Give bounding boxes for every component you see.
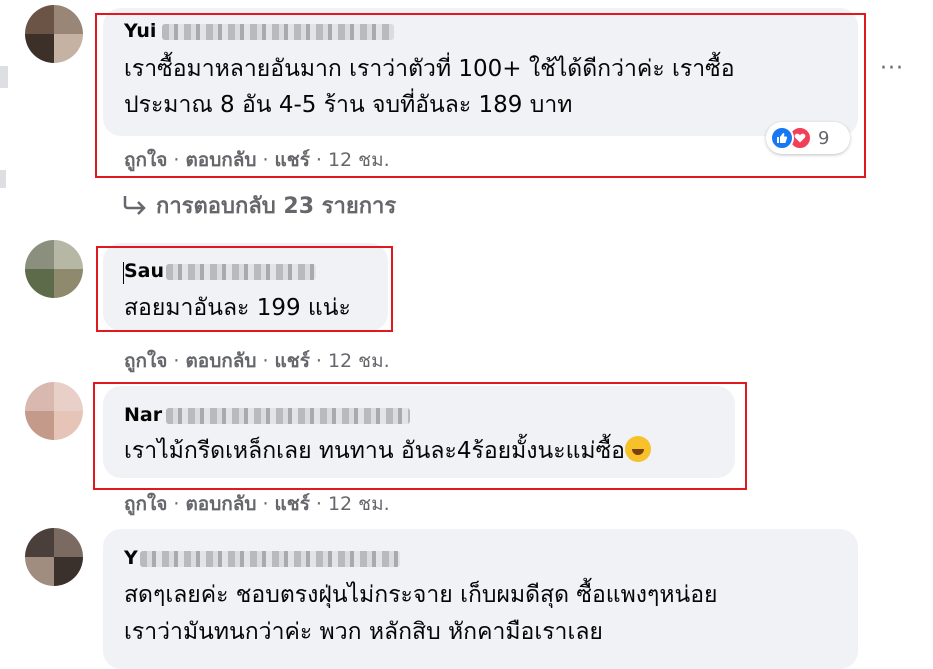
like-button[interactable]: ถูกใจ <box>124 493 167 515</box>
name-blur <box>166 264 316 280</box>
comment-text-line: เราว่ามันทนกว่าค่ะ พวก หลักสิบ หักคามือเ… <box>124 619 603 645</box>
avatar[interactable] <box>25 528 83 586</box>
comment-text-line: สดๆเลยค่ะ ชอบตรงฝุ่นไม่กระจาย เก็บผมดีสุ… <box>124 582 718 608</box>
share-button[interactable]: แชร์ <box>275 493 310 515</box>
avatar[interactable] <box>25 382 83 440</box>
rolling-on-floor-laughing-emoji <box>625 436 651 462</box>
separator: · <box>173 350 180 372</box>
name-blur <box>166 408 410 424</box>
timestamp[interactable]: 12 ชม. <box>328 350 390 372</box>
separator: · <box>262 493 269 515</box>
comment-actions: ถูกใจ · ตอบกลับ · แชร์ · 12 ชม. <box>124 145 390 175</box>
name-blur <box>140 551 400 567</box>
separator: · <box>315 493 322 515</box>
separator: · <box>262 350 269 372</box>
like-button[interactable]: ถูกใจ <box>124 149 167 171</box>
timestamp[interactable]: 12 ชม. <box>328 493 390 515</box>
like-button[interactable]: ถูกใจ <box>124 350 167 372</box>
commenter-name[interactable]: Y <box>124 547 138 569</box>
view-replies-link[interactable]: การตอบกลับ 23 รายการ <box>122 188 396 223</box>
comment-text-line: เราไม้กรีดเหล็กเลย ทนทาน อันละ4ร้อยมั้งน… <box>124 433 651 470</box>
share-button[interactable]: แชร์ <box>275 149 310 171</box>
reply-button[interactable]: ตอบกลับ <box>185 149 256 171</box>
reply-arrow-icon <box>123 196 146 215</box>
separator: · <box>315 350 322 372</box>
comment-text-line: ประมาณ 8 อัน 4-5 ร้าน จบที่อันละ 189 บาท <box>124 92 573 118</box>
name-blur <box>162 24 394 40</box>
separator: · <box>315 149 322 171</box>
edge-artifact <box>0 170 6 188</box>
avatar[interactable] <box>25 5 83 63</box>
comment-text-line: สอยมาอันละ 199 แน่ะ <box>124 295 351 321</box>
separator: · <box>173 493 180 515</box>
reply-button[interactable]: ตอบกลับ <box>185 493 256 515</box>
reaction-count: 9 <box>818 127 830 149</box>
commenter-name[interactable]: Nar <box>124 404 162 426</box>
reaction-summary[interactable]: 9 <box>766 122 850 154</box>
commenter-name[interactable]: Sau <box>124 260 164 282</box>
comment-text-line: เราซื้อมาหลายอันมาก เราว่าตัวที่ 100+ ใช… <box>124 56 735 82</box>
commenter-name[interactable]: Yui <box>124 20 156 42</box>
separator: · <box>262 149 269 171</box>
avatar[interactable] <box>25 240 83 298</box>
comment-actions: ถูกใจ · ตอบกลับ · แชร์ · 12 ชม. <box>124 489 390 519</box>
reply-button[interactable]: ตอบกลับ <box>185 350 256 372</box>
edge-artifact <box>0 66 8 88</box>
more-options-icon[interactable]: ··· <box>880 56 904 81</box>
share-button[interactable]: แชร์ <box>275 350 310 372</box>
view-replies-label[interactable]: การตอบกลับ 23 รายการ <box>156 194 396 219</box>
timestamp[interactable]: 12 ชม. <box>328 149 390 171</box>
separator: · <box>173 149 180 171</box>
comment-text: เราไม้กรีดเหล็กเลย ทนทาน อันละ4ร้อยมั้งน… <box>124 438 625 464</box>
like-icon <box>770 126 794 150</box>
comment-actions: ถูกใจ · ตอบกลับ · แชร์ · 12 ชม. <box>124 346 390 376</box>
